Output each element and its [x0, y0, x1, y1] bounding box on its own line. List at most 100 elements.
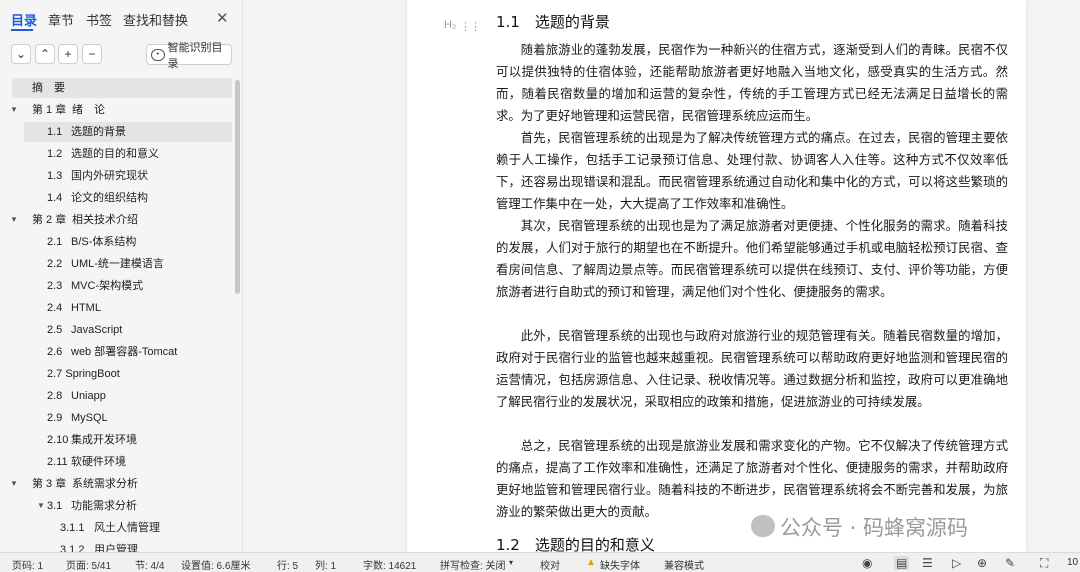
status-proofread[interactable]: 校对: [540, 557, 560, 572]
smart-toc-button[interactable]: • 智能识别目录: [146, 42, 232, 70]
toc-item-label: 论文的组织结构: [71, 192, 148, 204]
toc-item-label: web 部署容器-Tomcat: [71, 346, 178, 358]
tab-chapters[interactable]: 章节: [48, 10, 74, 29]
toc-item-label: 摘 要: [32, 82, 65, 94]
status-missing-font[interactable]: 缺失字体: [600, 557, 640, 572]
drag-handle-icon[interactable]: ⋮⋮: [460, 20, 481, 33]
warning-icon: ▲: [586, 557, 596, 568]
toc-item-number: 2.8: [47, 390, 63, 402]
toc-item-number: 2.3: [47, 280, 63, 292]
toc-item[interactable]: 2.5 JavaScript: [0, 320, 230, 340]
fit-screen-icon[interactable]: ⛶: [1040, 556, 1048, 571]
page-view-icon[interactable]: ▤: [894, 556, 910, 570]
toc-item-label: 2.7 SpringBoot: [47, 368, 120, 380]
toc-item-label: 选题的背景: [71, 126, 126, 138]
toc-item-label: MySQL: [71, 412, 108, 424]
toc-item[interactable]: ▼ 第 3 章系统需求分析: [0, 474, 230, 494]
toc-item[interactable]: 3.1.2 用户管理: [0, 540, 230, 552]
toc-item[interactable]: 摘 要: [12, 78, 232, 98]
navigation-pane: 目录 章节 书签 查找和替换 ✕ ⌄ ⌃ + − • 智能识别目录 摘 要 ▼ 第 …: [0, 0, 243, 552]
status-spell-check[interactable]: 拼写检查: 关闭: [440, 557, 506, 572]
status-word-count[interactable]: 字数: 14621: [363, 557, 416, 572]
tab-toc[interactable]: 目录: [11, 10, 37, 29]
status-row[interactable]: 行: 5: [277, 557, 298, 572]
toc-item[interactable]: 1.1 选题的背景: [24, 122, 232, 142]
paragraph: 总之，民宿管理系统的出现是旅游业发展和需求变化的产物。它不仅解决了传统管理方式的…: [496, 438, 1008, 519]
toc-item[interactable]: ▼ 第 1 章绪 论: [0, 100, 230, 120]
toc-item-label: JavaScript: [71, 324, 123, 336]
status-compat-mode[interactable]: 兼容模式: [664, 557, 704, 572]
plus-icon[interactable]: +: [58, 44, 78, 64]
wechat-logo-icon: [751, 515, 775, 537]
toc-item-number: 2.1: [47, 236, 63, 248]
tab-bookmarks[interactable]: 书签: [86, 10, 112, 29]
toc-item[interactable]: 2.2 UML-统一建模语言: [0, 254, 230, 274]
toc-item[interactable]: 2.1 B/S-体系结构: [0, 232, 230, 252]
status-col[interactable]: 列: 1: [315, 557, 336, 572]
chevron-up-icon[interactable]: ⌃: [35, 44, 55, 64]
toc-item[interactable]: 2.8 Uniapp: [0, 386, 230, 406]
toc-item[interactable]: 2.3 MVC-架构模式: [0, 276, 230, 296]
toc-item[interactable]: ▼ 第 2 章相关技术介绍: [0, 210, 230, 230]
status-section[interactable]: 节: 4/4: [135, 557, 164, 572]
active-tab-indicator: [11, 29, 33, 31]
toc-item-number: 1.1: [47, 126, 63, 138]
toc-item-number: 2.11: [47, 456, 68, 468]
toc-item-number: 3.1.1: [60, 522, 85, 534]
eye-icon[interactable]: ◉: [862, 556, 872, 570]
toc-item-label: 国内外研究现状: [71, 170, 148, 182]
tab-find-replace[interactable]: 查找和替换: [123, 10, 188, 29]
status-setting[interactable]: 设置值: 6.6厘米: [181, 557, 250, 572]
toc-toolbar: ⌄ ⌃ + − • 智能识别目录: [0, 42, 243, 70]
zoom-level[interactable]: 10: [1067, 557, 1078, 568]
toc-item[interactable]: 2.6 web 部署容器-Tomcat: [0, 342, 230, 362]
paragraph: 首先，民宿管理系统的出现是为了解决传统管理方式的痛点。在过去，民宿的管理主要依赖…: [496, 130, 1008, 211]
caret-down-icon[interactable]: ▼: [10, 210, 18, 230]
toc-item[interactable]: 1.2 选题的目的和意义: [0, 144, 230, 164]
toc-item-number: 第 1 章: [32, 104, 67, 116]
status-page[interactable]: 页面: 5/41: [66, 557, 111, 572]
toc-item-number: 第 3 章: [32, 478, 67, 490]
toc-item[interactable]: ▼ 3.1 功能需求分析: [0, 496, 230, 516]
heading-1-1: 1.1 选题的背景: [496, 13, 610, 31]
paragraph: 随着旅游业的蓬勃发展，民宿作为一种新兴的住宿方式，逐渐受到人们的青睐。民宿不仅可…: [496, 42, 1008, 123]
heading-level-icon[interactable]: H₂: [444, 19, 456, 31]
toc-item[interactable]: 1.4 论文的组织结构: [0, 188, 230, 208]
outline-view-icon[interactable]: ☰: [922, 556, 933, 570]
toc-item-label: 选题的目的和意义: [71, 148, 159, 160]
toc-item-label: 风土人情管理: [94, 522, 160, 534]
toc-item[interactable]: 2.7 SpringBoot: [0, 364, 230, 384]
toc-item-number: 1.4: [47, 192, 63, 204]
pen-icon[interactable]: ✎: [1005, 556, 1015, 570]
toc-item[interactable]: 3.1.1 风土人情管理: [0, 518, 230, 538]
ai-icon: •: [151, 48, 165, 61]
toc-item[interactable]: 1.3 国内外研究现状: [0, 166, 230, 186]
toc-scrollbar[interactable]: [235, 80, 240, 294]
watermark: 公众号 · 码蜂窝源码: [780, 516, 969, 540]
toc-item-label: 绪 论: [72, 104, 105, 116]
close-icon[interactable]: ✕: [216, 9, 229, 27]
toc-item-number: 2.10: [47, 434, 69, 446]
play-icon[interactable]: ▷: [952, 556, 961, 570]
caret-down-icon[interactable]: ▼: [10, 100, 18, 120]
toc-list: 摘 要 ▼ 第 1 章绪 论 1.1 选题的背景 1.2 选题的目的和意义 1.3 国内外研究现…: [0, 76, 236, 552]
web-view-icon[interactable]: ⊕: [977, 556, 987, 570]
smart-toc-label: 智能识别目录: [167, 41, 223, 70]
toc-item[interactable]: 2.11 软硬件环境: [0, 452, 230, 472]
toc-item-label: UML-统一建模语言: [71, 258, 164, 270]
chevron-down-icon[interactable]: ⌄: [11, 44, 31, 64]
chevron-down-icon[interactable]: ▾: [509, 558, 513, 567]
status-bar: 页码: 1 页面: 5/41 节: 4/4 设置值: 6.6厘米 行: 5 列:…: [0, 552, 1080, 572]
toc-item-number: 2.9: [47, 412, 63, 424]
status-page-code[interactable]: 页码: 1: [12, 557, 43, 572]
caret-down-icon[interactable]: ▼: [10, 474, 18, 494]
toc-item[interactable]: 2.4 HTML: [0, 298, 230, 318]
toc-item-number: 第 2 章: [32, 214, 67, 226]
toc-item[interactable]: 2.10 集成开发环境: [0, 430, 230, 450]
minus-icon[interactable]: −: [82, 44, 102, 64]
toc-item-number: 3.1.2: [60, 544, 85, 552]
toc-item[interactable]: 2.9 MySQL: [0, 408, 230, 428]
toc-item-number: 1.3: [47, 170, 63, 182]
caret-down-icon[interactable]: ▼: [37, 496, 45, 516]
toc-item-label: B/S-体系结构: [71, 236, 137, 248]
